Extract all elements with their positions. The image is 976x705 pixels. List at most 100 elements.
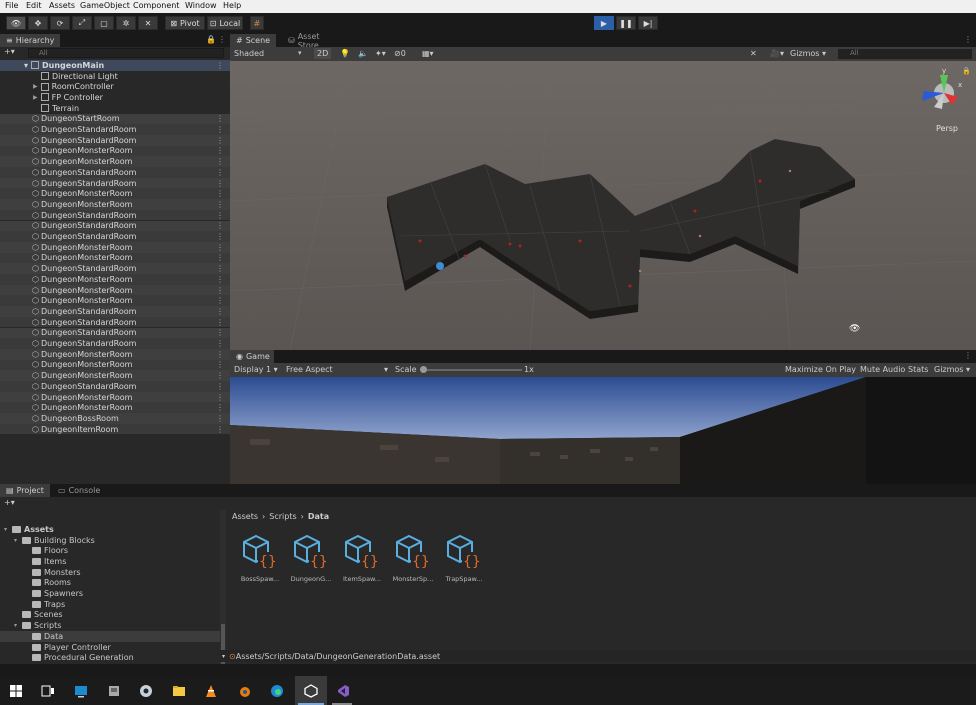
row-menu-icon[interactable]: ⋮ bbox=[216, 168, 224, 177]
row-menu-icon[interactable]: ⋮ bbox=[216, 339, 224, 348]
hierarchy-room-row[interactable]: ⬡ DungeonStandardRoom ⋮ bbox=[0, 316, 230, 328]
folder-tree-item[interactable]: Scenes bbox=[0, 610, 220, 621]
folder-tree-item[interactable]: Floors bbox=[0, 545, 220, 556]
hierarchy-room-row[interactable]: ⬡ DungeonStandardRoom ⋮ bbox=[0, 263, 230, 274]
row-menu-icon[interactable]: ⋮ bbox=[216, 393, 224, 402]
lighting-icon[interactable]: 💡 bbox=[340, 49, 350, 58]
vm-manager-icon[interactable] bbox=[107, 684, 121, 698]
hierarchy-room-row[interactable]: ⬡ DungeonMonsterRoom ⋮ bbox=[0, 145, 230, 157]
folder-tree-item[interactable]: Spawners bbox=[0, 588, 220, 599]
blender-icon[interactable] bbox=[237, 684, 251, 698]
vlc-icon[interactable] bbox=[204, 684, 218, 698]
scale-tool-icon[interactable]: ⤢ bbox=[72, 16, 92, 30]
hierarchy-room-row[interactable]: ⬡ DungeonMonsterRoom ⋮ bbox=[0, 252, 230, 264]
menu-file[interactable]: File bbox=[5, 1, 18, 10]
hierarchy-room-row[interactable]: ⬡ DungeonMonsterRoom ⋮ bbox=[0, 156, 230, 167]
menu-dots-icon[interactable]: ⋮ bbox=[218, 35, 226, 44]
row-menu-icon[interactable]: ⋮ bbox=[216, 125, 224, 134]
hierarchy-room-row[interactable]: ⬡ DungeonStandardRoom ⋮ bbox=[0, 231, 230, 242]
hierarchy-root-row[interactable]: ▾ DungeonMain ⋮ bbox=[0, 60, 230, 71]
asset-item[interactable]: {} TrapSpaw... bbox=[441, 534, 487, 583]
row-menu-icon[interactable]: ⋮ bbox=[216, 179, 224, 188]
row-menu-icon[interactable]: ⋮ bbox=[216, 403, 224, 412]
windows-start-icon[interactable] bbox=[9, 684, 23, 698]
move-tool-icon[interactable]: ✥ bbox=[28, 16, 48, 30]
hierarchy-room-row[interactable]: ⬡ DungeonStandardRoom ⋮ bbox=[0, 338, 230, 349]
lock-icon[interactable]: 🔒 bbox=[206, 35, 216, 44]
grid-toggle-icon[interactable]: ▦▾ bbox=[422, 49, 434, 58]
hand-tool-icon[interactable]: 👁 bbox=[6, 16, 26, 30]
row-menu-icon[interactable]: ⋮ bbox=[216, 264, 224, 273]
maximize-on-play-toggle[interactable]: Maximize On Play bbox=[785, 365, 856, 374]
hierarchy-room-row[interactable]: ⬡ DungeonMonsterRoom ⋮ bbox=[0, 402, 230, 414]
expand-arrow-icon[interactable]: ▶ bbox=[33, 94, 38, 101]
expand-arrow-icon[interactable]: ▾ bbox=[24, 61, 28, 70]
hierarchy-room-row[interactable]: ⬡ DungeonMonsterRoom ⋮ bbox=[0, 370, 230, 381]
row-menu-icon[interactable]: ⋮ bbox=[216, 189, 224, 198]
breadcrumb-scripts[interactable]: Scripts bbox=[269, 512, 296, 521]
folder-tree-item[interactable]: Monsters bbox=[0, 567, 220, 578]
mute-audio-toggle[interactable]: Mute Audio bbox=[860, 365, 905, 374]
hierarchy-room-row[interactable]: ⬡ DungeonMonsterRoom ⋮ bbox=[0, 284, 230, 296]
tools-icon[interactable]: ✕ bbox=[750, 49, 757, 58]
folder-tree-item[interactable]: Items bbox=[0, 556, 220, 567]
edge-icon[interactable] bbox=[270, 684, 284, 698]
row-menu-icon[interactable]: ⋮ bbox=[216, 275, 224, 284]
row-menu-icon[interactable]: ⋮ bbox=[216, 146, 224, 155]
scale-slider[interactable] bbox=[422, 369, 522, 371]
persp-label[interactable]: Persp bbox=[936, 124, 958, 133]
hierarchy-room-row[interactable]: ⬡ DungeonItemRoom ⋮ bbox=[0, 423, 230, 435]
row-menu-icon[interactable]: ⋮ bbox=[216, 382, 224, 391]
row-menu-icon[interactable]: ⋮ bbox=[216, 211, 224, 220]
hierarchy-room-row[interactable]: ⬡ DungeonMonsterRoom ⋮ bbox=[0, 188, 230, 200]
step-button[interactable]: ▶| bbox=[638, 16, 658, 30]
hierarchy-search-input[interactable]: All bbox=[28, 48, 224, 58]
hierarchy-room-row[interactable]: ⬡ DungeonMonsterRoom ⋮ bbox=[0, 359, 230, 371]
menu-help[interactable]: Help bbox=[223, 1, 241, 10]
hierarchy-room-row[interactable]: ⬡ DungeonMonsterRoom ⋮ bbox=[0, 348, 230, 360]
hierarchy-room-row[interactable]: ⬡ DungeonStartRoom ⋮ bbox=[0, 113, 230, 125]
rect-tool-icon[interactable]: ▢ bbox=[94, 16, 114, 30]
hierarchy-room-row[interactable]: ⬡ DungeonStandardRoom ⋮ bbox=[0, 177, 230, 189]
hierarchy-room-row[interactable]: ⬡ DungeonStandardRoom ⋮ bbox=[0, 381, 230, 392]
menu-gameobject[interactable]: GameObject bbox=[80, 1, 130, 10]
custom-tool-icon[interactable]: ✕ bbox=[138, 16, 158, 30]
steam-icon[interactable] bbox=[139, 684, 153, 698]
hierarchy-room-row[interactable]: ⬡ DungeonMonsterRoom ⋮ bbox=[0, 274, 230, 285]
folder-tree-item[interactable]: Procedural Generation bbox=[0, 652, 220, 663]
project-add-icon[interactable]: +▾ bbox=[4, 498, 15, 507]
expand-arrow-icon[interactable]: ▶ bbox=[33, 83, 38, 90]
tab-hierarchy[interactable]: ≡ Hierarchy bbox=[0, 34, 60, 47]
folder-tree-item[interactable]: ▾ Building Blocks bbox=[0, 535, 220, 546]
row-menu-icon[interactable]: ⋮ bbox=[216, 425, 224, 434]
aspect-dropdown[interactable]: Free Aspect ▾ bbox=[286, 365, 388, 374]
gizmos-dropdown[interactable]: Gizmos ▾ bbox=[790, 49, 826, 58]
folder-tree-item[interactable]: ▾ Assets bbox=[0, 524, 220, 535]
breadcrumb-data[interactable]: Data bbox=[308, 512, 329, 521]
menu-dots-icon[interactable]: ⋮ bbox=[964, 351, 972, 360]
asset-item[interactable]: {} BossSpaw... bbox=[237, 534, 283, 583]
effects-icon[interactable]: ✦▾ bbox=[375, 49, 386, 58]
menu-component[interactable]: Component bbox=[133, 1, 179, 10]
tab-asset-store[interactable]: ⛁ Asset Store bbox=[282, 32, 348, 50]
hierarchy-room-row[interactable]: ⬡ DungeonStandardRoom ⋮ bbox=[0, 306, 230, 317]
hierarchy-row[interactable]: ▶ RoomController bbox=[0, 81, 230, 92]
hierarchy-room-row[interactable]: ⬡ DungeonMonsterRoom ⋮ bbox=[0, 391, 230, 403]
unity-icon[interactable] bbox=[304, 684, 318, 698]
play-button[interactable]: ▶ bbox=[594, 16, 614, 30]
display-dropdown[interactable]: Display 1 ▾ bbox=[234, 365, 278, 374]
add-icon[interactable]: +▾ bbox=[4, 47, 15, 56]
folder-tree-item[interactable]: ▾ Scripts bbox=[0, 620, 220, 631]
local-toggle[interactable]: ⊡ Local bbox=[207, 16, 243, 30]
row-menu-icon[interactable]: ⋮ bbox=[216, 286, 224, 295]
scene-viewport[interactable]: y x Persp 🔒 👁 bbox=[230, 61, 976, 350]
game-gizmos-dropdown[interactable]: Gizmos ▾ bbox=[934, 365, 970, 374]
file-explorer-icon[interactable] bbox=[172, 684, 186, 698]
folder-tree-item[interactable]: Rooms bbox=[0, 578, 220, 589]
hidden-objects-icon[interactable]: ⊘ 0 bbox=[394, 49, 406, 58]
camera-icon[interactable]: 🎥▾ bbox=[770, 49, 784, 58]
game-viewport[interactable] bbox=[230, 377, 976, 484]
row-menu-icon[interactable]: ⋮ bbox=[216, 114, 224, 123]
visual-studio-icon[interactable] bbox=[336, 684, 350, 698]
hierarchy-room-row[interactable]: ⬡ DungeonMonsterRoom ⋮ bbox=[0, 241, 230, 253]
